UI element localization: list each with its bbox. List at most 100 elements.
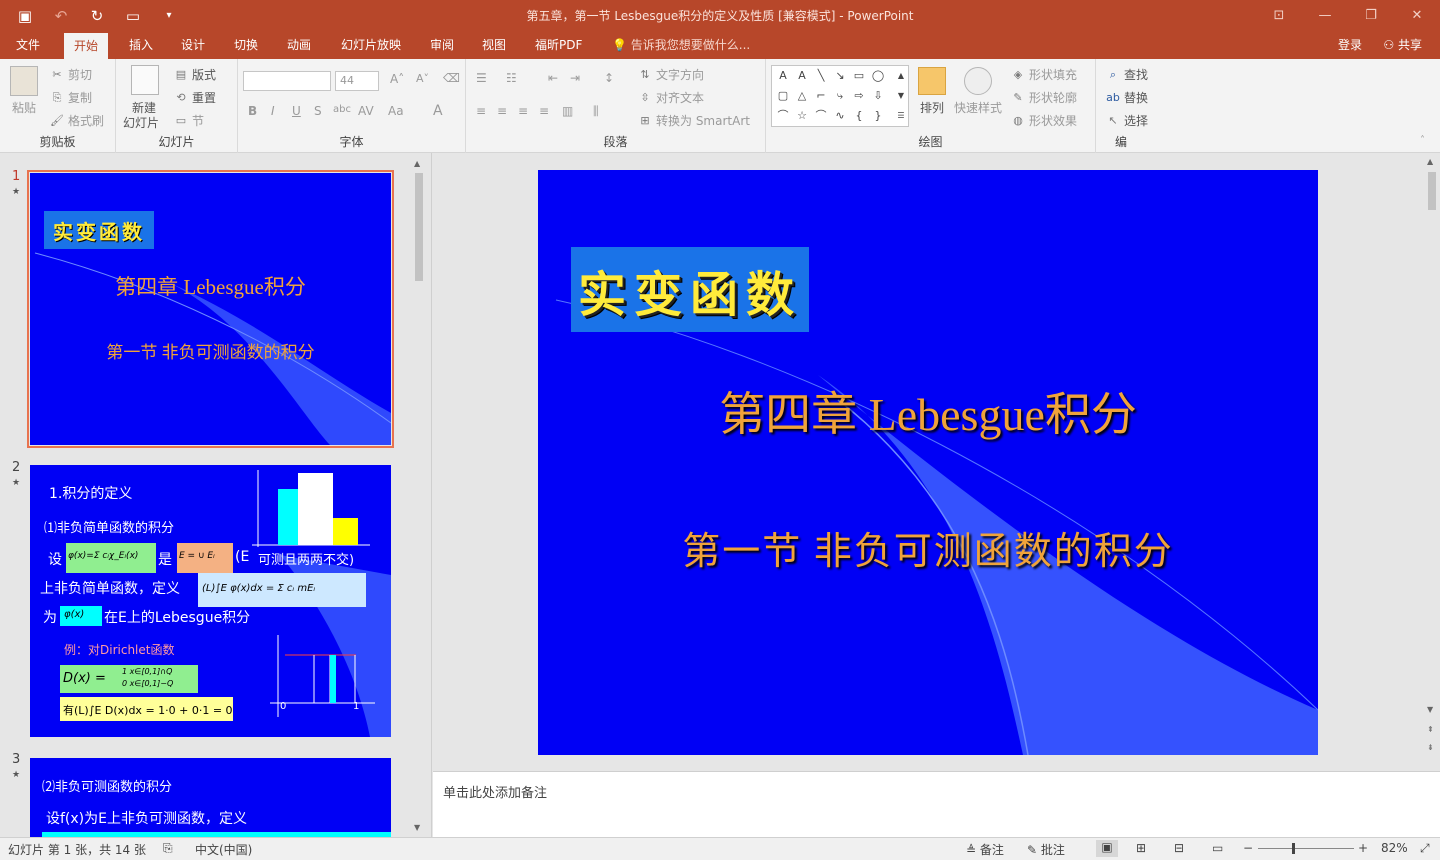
tab-insert[interactable]: 插入: [123, 31, 159, 59]
gallery-down-icon[interactable]: ▼: [893, 89, 909, 103]
slide-thumbnail-1[interactable]: 实变函数 第四章 Lebesgue积分 第一节 非负可测函数的积分: [27, 170, 394, 448]
zoom-in-icon[interactable]: +: [1358, 841, 1368, 855]
new-slide-icon[interactable]: [131, 65, 159, 95]
start-slideshow-icon[interactable]: ▭: [118, 4, 148, 28]
zoom-slider-thumb[interactable]: [1292, 843, 1295, 854]
tab-view[interactable]: 视图: [476, 31, 512, 59]
gallery-up-icon[interactable]: ▲: [893, 69, 909, 83]
quick-styles-icon[interactable]: [964, 67, 992, 95]
font-name-combo[interactable]: [243, 71, 331, 91]
editor-scrollbar[interactable]: ▲ ▼ ⇞ ⇟: [1424, 155, 1440, 767]
tell-me-search[interactable]: 💡 告诉我您想要做什么...: [612, 31, 750, 59]
scroll-up-icon[interactable]: ▲: [1427, 157, 1433, 166]
tab-slideshow[interactable]: 幻灯片放映: [335, 31, 407, 59]
cut-button[interactable]: ✂ 剪切: [50, 66, 92, 83]
text-direction-button[interactable]: ⇅ 文字方向: [638, 66, 704, 83]
tab-home[interactable]: 开始: [64, 33, 109, 59]
next-slide-icon[interactable]: ⇟: [1427, 743, 1434, 752]
slide-thumbnail-2[interactable]: 1.积分的定义 ⑴非负简单函数的积分 设 φ(x)=Σ cᵢχ_Eᵢ(x) 是 …: [30, 465, 391, 737]
align-text-button[interactable]: ⇳ 对齐文本: [638, 89, 704, 106]
fit-to-window-icon[interactable]: ⤢: [1420, 841, 1430, 856]
tab-transitions[interactable]: 切换: [228, 31, 264, 59]
align-left-icon[interactable]: ≡: [476, 104, 486, 118]
vertical-textbox-shape-icon[interactable]: A: [794, 69, 810, 83]
arrange-icon[interactable]: [918, 67, 946, 95]
collapse-ribbon-icon[interactable]: ˄: [1420, 135, 1425, 146]
previous-slide-icon[interactable]: ⇞: [1427, 725, 1434, 734]
scroll-down-icon[interactable]: ▼: [1427, 705, 1433, 714]
shape-fill-button[interactable]: ◈ 形状填充: [1011, 66, 1077, 83]
arrange-button[interactable]: 排列: [920, 99, 944, 116]
italic-icon[interactable]: I: [271, 104, 275, 118]
undo-icon[interactable]: ↶: [46, 4, 76, 28]
close-button[interactable]: ✕: [1394, 0, 1440, 31]
comments-toggle[interactable]: ✎ 批注: [1027, 841, 1065, 858]
section-button[interactable]: ▭ 节: [174, 112, 204, 129]
scroll-down-icon[interactable]: ▼: [414, 823, 420, 832]
thumbnail-scrollbar[interactable]: ▲ ▼: [411, 157, 427, 835]
tab-review[interactable]: 审阅: [424, 31, 460, 59]
align-center-icon[interactable]: ≡: [497, 104, 507, 118]
zoom-out-icon[interactable]: −: [1243, 841, 1253, 855]
char-spacing-icon[interactable]: AV: [358, 104, 374, 118]
share-button[interactable]: ⚇ 共享: [1383, 31, 1422, 59]
customize-qat-icon[interactable]: ▾: [154, 4, 184, 28]
find-button[interactable]: ⌕ 查找: [1106, 66, 1148, 83]
textbox-shape-icon[interactable]: A: [775, 69, 791, 83]
shape-effects-button[interactable]: ◍ 形状效果: [1011, 112, 1077, 129]
notes-toggle[interactable]: ≜ 备注: [966, 841, 1004, 858]
save-icon[interactable]: ▣: [10, 4, 40, 28]
font-color-icon[interactable]: A: [433, 103, 443, 119]
section-title[interactable]: 第一节 非负可测函数的积分: [538, 520, 1318, 575]
login-link[interactable]: 登录: [1338, 31, 1362, 59]
reading-view-icon[interactable]: ⊟: [1174, 841, 1184, 855]
elbow-arrow-shape-icon[interactable]: ⤷: [832, 89, 848, 103]
change-case-icon[interactable]: Aa: [388, 104, 404, 118]
slide-sorter-icon[interactable]: ⊞: [1136, 841, 1146, 855]
decrease-indent-icon[interactable]: ⇤: [548, 71, 558, 85]
bold-icon[interactable]: B: [248, 104, 257, 118]
tab-design[interactable]: 设计: [175, 31, 211, 59]
language-indicator[interactable]: 中文(中国): [195, 841, 252, 858]
elbow-connector-shape-icon[interactable]: ⌐: [813, 89, 829, 103]
zoom-level[interactable]: 82%: [1381, 841, 1408, 855]
format-painter-button[interactable]: 🖌 格式刷: [50, 112, 104, 129]
zoom-slider-track[interactable]: [1258, 848, 1354, 849]
right-arrow-shape-icon[interactable]: ⇨: [851, 89, 867, 103]
line-spacing-icon[interactable]: ↕: [604, 71, 614, 85]
convert-smartart-button[interactable]: ⊞ 转换为 SmartArt: [638, 112, 750, 129]
left-brace-shape-icon[interactable]: {: [851, 109, 867, 123]
chapter-title[interactable]: 第四章 Lebesgue积分: [538, 378, 1318, 444]
redo-icon[interactable]: ↻: [82, 4, 112, 28]
freeform-shape-icon[interactable]: ⌒: [775, 109, 791, 123]
arc-shape-icon[interactable]: ⌒: [813, 109, 829, 123]
title-logo-box[interactable]: 实变函数: [571, 247, 809, 332]
down-arrow-shape-icon[interactable]: ⇩: [870, 89, 886, 103]
clear-format-icon[interactable]: ⌫: [443, 71, 460, 85]
slide-thumbnail-3[interactable]: ⑵非负可测函数的积分 设f(x)为E上非负可测函数，定义: [30, 758, 391, 837]
triangle-shape-icon[interactable]: △: [794, 89, 810, 103]
grow-font-icon[interactable]: A˄: [390, 72, 404, 86]
distributed-icon[interactable]: ▥: [562, 104, 573, 118]
oval-shape-icon[interactable]: ◯: [870, 69, 886, 83]
main-slide-canvas[interactable]: 实变函数 第四章 Lebesgue积分 第一节 非负可测函数的积分: [538, 170, 1318, 755]
quick-styles-button[interactable]: 快速样式: [954, 99, 1002, 116]
reset-button[interactable]: ⟲ 重置: [174, 89, 216, 106]
curve-shape-icon[interactable]: ∿: [832, 109, 848, 123]
tab-file[interactable]: 文件: [10, 31, 46, 59]
arrow-line-shape-icon[interactable]: ↘: [832, 69, 848, 83]
star-shape-icon[interactable]: ☆: [794, 109, 810, 123]
spellcheck-icon[interactable]: ⎘: [163, 841, 173, 856]
bullets-icon[interactable]: ☰: [476, 71, 487, 85]
numbering-icon[interactable]: ☷: [506, 71, 517, 85]
slideshow-view-icon[interactable]: ▭: [1212, 841, 1223, 855]
shapes-gallery[interactable]: A A ╲ ↘ ▭ ◯ ▢ △ ⌐ ⤷ ⇨ ⇩ ⌒ ☆ ⌒ ∿ { } ▲ ▼ …: [771, 65, 909, 127]
shape-outline-button[interactable]: ✎ 形状轮廓: [1011, 89, 1077, 106]
shrink-font-icon[interactable]: A˅: [416, 72, 429, 85]
normal-view-icon[interactable]: ▣: [1096, 840, 1118, 857]
increase-indent-icon[interactable]: ⇥: [570, 71, 580, 85]
tab-foxit-pdf[interactable]: 福昕PDF: [529, 31, 588, 59]
gallery-more-icon[interactable]: ☰: [893, 109, 909, 123]
new-slide-dropdown[interactable]: 幻灯片: [123, 114, 159, 131]
columns-icon[interactable]: ⫼: [593, 104, 599, 119]
